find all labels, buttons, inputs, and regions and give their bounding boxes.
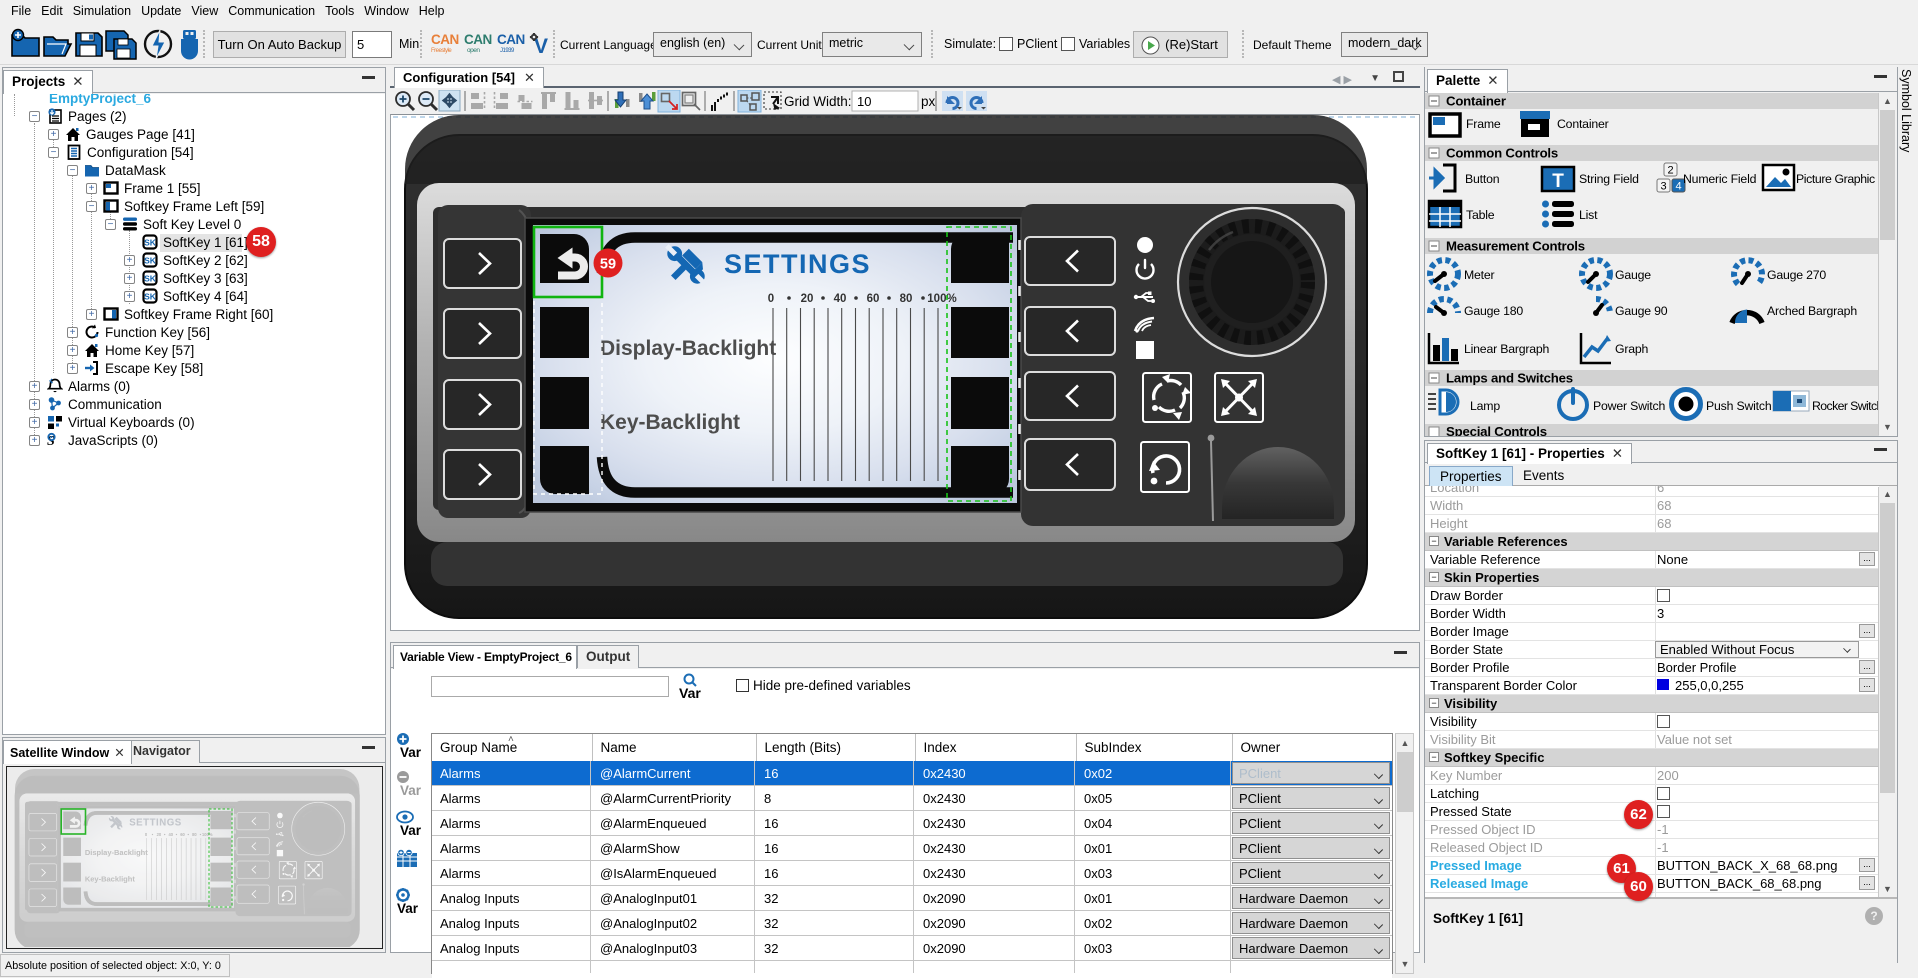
svg-text:Push Switch: Push Switch	[1706, 399, 1772, 413]
svg-text:2: 2	[1668, 165, 1674, 177]
svg-text:Gauge 90: Gauge 90	[1615, 304, 1668, 318]
svg-text:Gauge 270: Gauge 270	[1767, 268, 1826, 282]
svg-text:Power Switch: Power Switch	[1593, 399, 1665, 413]
svg-text:T: T	[1552, 171, 1564, 192]
svg-text:J1939: J1939	[500, 48, 515, 54]
svg-text:3: 3	[1661, 181, 1667, 193]
svg-text:4: 4	[1676, 181, 1682, 193]
svg-text:Graph: Graph	[1615, 342, 1649, 356]
svg-text:CAN: CAN	[497, 32, 525, 47]
svg-text:Var: Var	[400, 745, 422, 760]
svg-text:Var: Var	[400, 783, 422, 798]
svg-text:Grid Width:: Grid Width:	[784, 94, 852, 109]
svg-text:CAN: CAN	[431, 32, 459, 47]
svg-text:Container: Container	[1446, 94, 1506, 109]
svg-text:Rocker Switch: Rocker Switch	[1812, 399, 1879, 413]
svg-text:Special Controls: Special Controls	[1446, 424, 1547, 436]
svg-text:String Field: String Field	[1579, 172, 1639, 186]
svg-text:Var: Var	[397, 901, 419, 916]
svg-text:Measurement Controls: Measurement Controls	[1446, 239, 1585, 254]
svg-text:Frame: Frame	[1466, 117, 1501, 131]
svg-text:Numeric Field: Numeric Field	[1683, 172, 1757, 186]
svg-text:Linear Bargraph: Linear Bargraph	[1464, 342, 1550, 356]
svg-text:px: px	[921, 94, 936, 109]
svg-text:Var: Var	[679, 685, 701, 701]
svg-text:Container: Container	[1557, 117, 1609, 131]
svg-text:Var: Var	[400, 823, 422, 838]
svg-text:Lamps and Switches: Lamps and Switches	[1446, 371, 1573, 386]
svg-text:59: 59	[600, 257, 616, 273]
svg-text:Gauge 180: Gauge 180	[1464, 304, 1523, 318]
svg-text:open: open	[467, 47, 480, 54]
svg-text:Table: Table	[1466, 208, 1495, 222]
svg-text:Arched Bargraph: Arched Bargraph	[1767, 304, 1857, 318]
svg-text:Common Controls: Common Controls	[1446, 146, 1558, 161]
svg-text:Lamp: Lamp	[1470, 399, 1500, 413]
svg-text:Button: Button	[1465, 172, 1500, 186]
svg-text:Gauge: Gauge	[1615, 268, 1651, 282]
svg-text:CAN: CAN	[464, 32, 492, 47]
svg-text:List: List	[1579, 208, 1598, 222]
svg-text:Meter: Meter	[1464, 268, 1495, 282]
svg-text:10: 10	[857, 94, 871, 109]
svg-text:Freestyle: Freestyle	[431, 48, 452, 54]
svg-text:Picture Graphic: Picture Graphic	[1796, 172, 1875, 186]
